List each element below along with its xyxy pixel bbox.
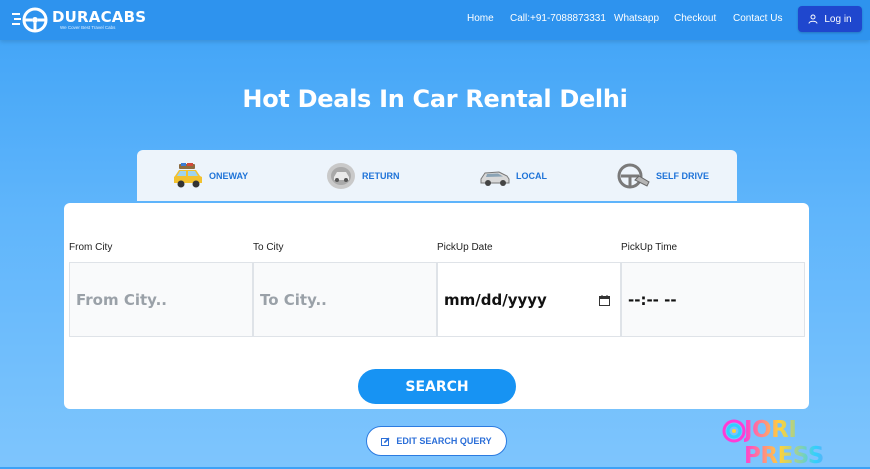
tab-self-drive[interactable]: SELF DRIVE — [617, 150, 709, 201]
pickup-date-input[interactable]: mm/dd/yyyy — [437, 262, 621, 337]
edit-icon — [381, 437, 390, 446]
pickup-time-value: --:-- -- — [628, 290, 677, 309]
brand-name: DURACABS — [52, 8, 147, 26]
steering-wheel-icon — [617, 163, 650, 188]
from-city-label: From City — [69, 242, 113, 253]
pickup-time-input[interactable]: --:-- -- — [621, 262, 805, 337]
pickup-date-label: PickUp Date — [437, 242, 493, 253]
pickup-time-label: PickUp Time — [621, 242, 678, 253]
tab-return[interactable]: RETURN — [325, 150, 400, 201]
to-city-input[interactable]: To City.. — [253, 262, 437, 337]
tab-oneway-label: ONEWAY — [209, 170, 249, 181]
taxi-car-icon — [174, 162, 202, 187]
search-form-card: From City To City PickUp Date PickUp Tim… — [64, 203, 809, 409]
tab-local-label: LOCAL — [516, 170, 547, 181]
top-navbar: DURACABS We Cover Best Travel Cabs Home … — [0, 0, 870, 40]
user-icon — [808, 14, 818, 24]
return-car-icon — [327, 162, 355, 189]
edit-search-query-label: EDIT SEARCH QUERY — [396, 436, 492, 446]
brand-logo[interactable]: DURACABS We Cover Best Travel Cabs — [12, 6, 146, 34]
login-button[interactable]: Log in — [798, 6, 862, 32]
login-label: Log in — [824, 13, 852, 25]
search-button-label: SEARCH — [405, 378, 469, 395]
nav-whatsapp[interactable]: Whatsapp — [614, 13, 659, 24]
local-car-icon — [480, 170, 510, 186]
edit-search-query-button[interactable]: EDIT SEARCH QUERY — [366, 426, 507, 456]
tab-oneway[interactable]: ONEWAY — [172, 150, 248, 201]
nav-contact-us[interactable]: Contact Us — [733, 13, 782, 24]
tab-self-drive-label: SELF DRIVE — [656, 170, 710, 181]
calendar-icon[interactable] — [599, 295, 610, 306]
tab-local[interactable]: LOCAL — [479, 150, 547, 201]
watermark-text: JORI PRESS — [744, 417, 852, 469]
from-city-input[interactable]: From City.. — [69, 262, 253, 337]
steering-logo-icon — [12, 7, 48, 33]
nav-call[interactable]: Call:+91-7088873331 — [510, 13, 606, 24]
to-city-placeholder: To City.. — [260, 290, 327, 309]
nav-checkout[interactable]: Checkout — [674, 13, 716, 24]
brand-tagline: We Cover Best Travel Cabs — [60, 25, 116, 30]
to-city-label: To City — [253, 242, 284, 253]
watermark-logo: JORI PRESS — [722, 413, 852, 469]
watermark-swirl-icon — [722, 419, 746, 443]
page-title: Hot Deals In Car Rental Delhi — [242, 85, 628, 113]
search-button[interactable]: SEARCH — [358, 369, 516, 404]
trip-type-tabs: ONEWAY RETURN LOCAL SELF DRIVE — [137, 150, 737, 201]
tab-return-label: RETURN — [362, 170, 400, 181]
pickup-date-value: mm/dd/yyyy — [444, 290, 547, 309]
nav-home[interactable]: Home — [467, 13, 494, 24]
from-city-placeholder: From City.. — [76, 290, 167, 309]
